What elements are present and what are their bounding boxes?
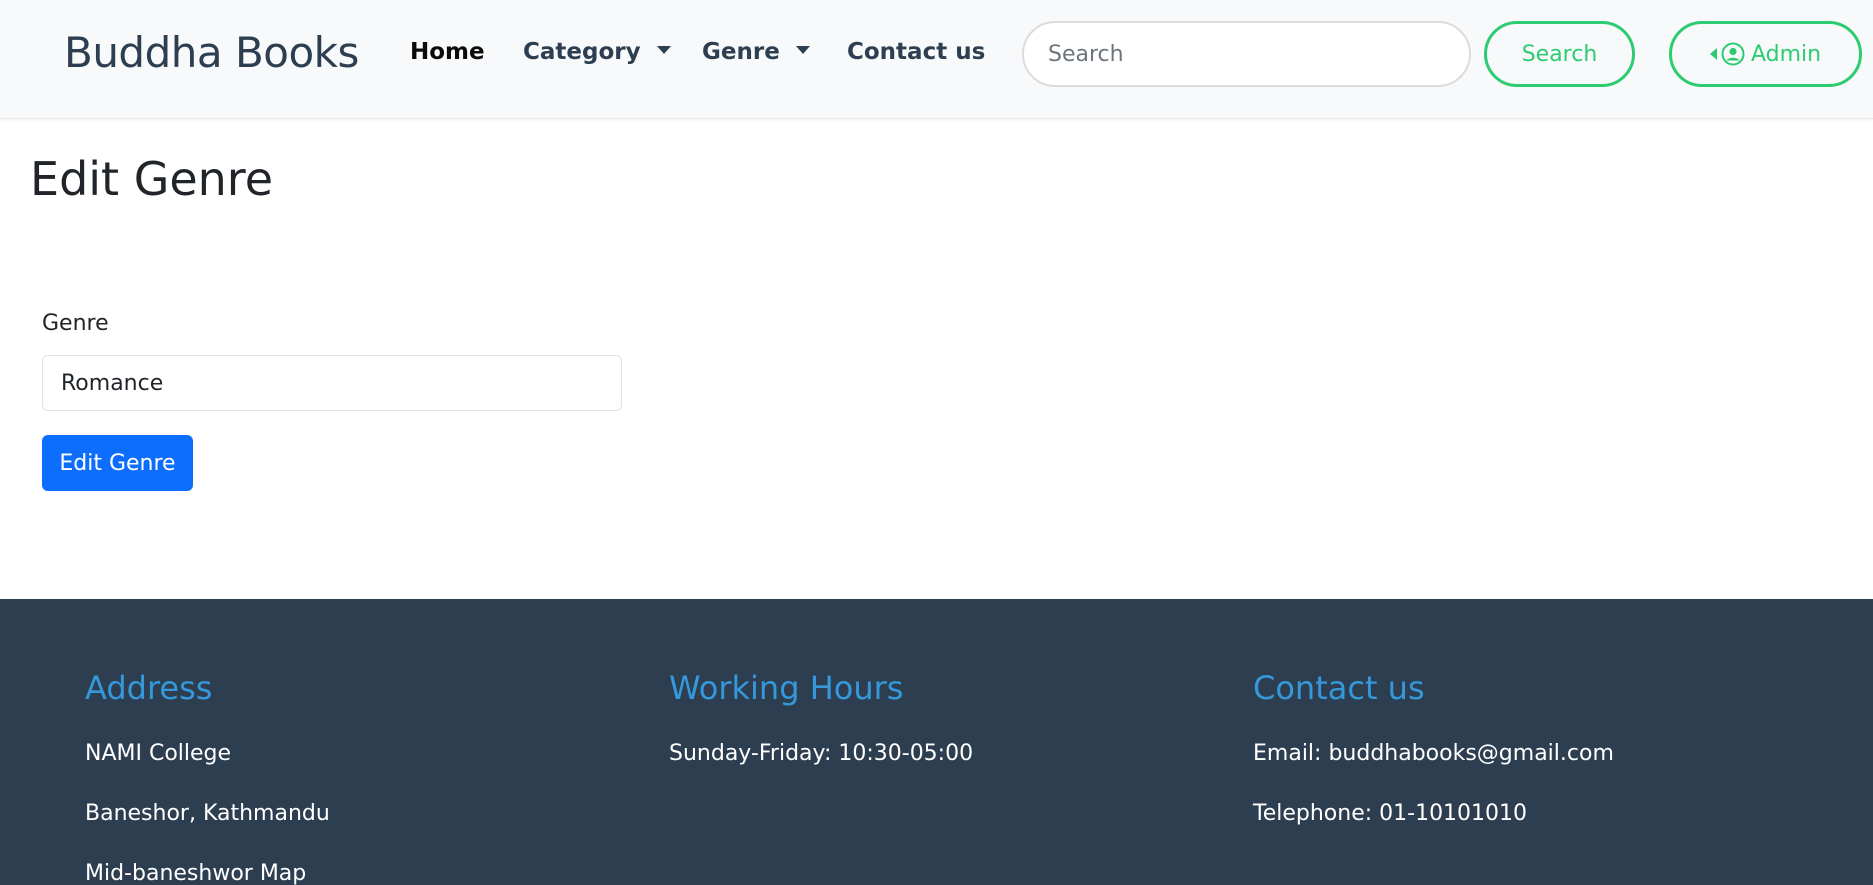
search-input[interactable]: [1022, 21, 1471, 87]
footer-hours-line: Sunday-Friday: 10:30-05:00: [669, 741, 974, 766]
nav-category-label: Category: [523, 39, 641, 65]
nav-category-dropdown[interactable]: Category: [523, 39, 671, 65]
footer-address-heading: Address: [85, 669, 213, 707]
genre-input[interactable]: [42, 355, 622, 411]
caret-down-icon: [656, 46, 671, 54]
edit-genre-submit-label: Edit Genre: [59, 450, 176, 476]
footer-contact-section: Contact us Email: buddhabooks@gmail.com …: [1253, 669, 1614, 859]
footer-hours-heading: Working Hours: [669, 669, 904, 707]
caret-left-icon: [1709, 48, 1717, 60]
genre-field-label: Genre: [42, 311, 109, 336]
footer-address-line: Baneshor, Kathmandu: [85, 801, 330, 826]
top-navbar: Buddha Books Home Category Genre Contact…: [0, 0, 1873, 119]
search-button[interactable]: Search: [1484, 21, 1635, 87]
footer-telephone: Telephone: 01-10101010: [1253, 801, 1528, 826]
page-title: Edit Genre: [30, 152, 274, 206]
admin-dropdown-button[interactable]: Admin: [1669, 21, 1862, 87]
user-circle-icon: [1721, 42, 1745, 66]
caret-down-icon: [795, 46, 810, 54]
footer-address-line: NAMI College: [85, 741, 232, 766]
search-button-label: Search: [1521, 41, 1598, 67]
admin-button-label: Admin: [1750, 41, 1822, 67]
footer-address-section: Address NAMI College Baneshor, Kathmandu…: [85, 669, 330, 885]
nav-genre-label: Genre: [702, 39, 780, 65]
footer-address-line: Mid-baneshwor Map: [85, 861, 307, 885]
footer-contact-heading: Contact us: [1253, 669, 1425, 707]
nav-genre-dropdown[interactable]: Genre: [702, 39, 810, 65]
nav-home-label: Home: [410, 39, 485, 65]
edit-genre-submit-button[interactable]: Edit Genre: [42, 435, 193, 491]
footer: Address NAMI College Baneshor, Kathmandu…: [0, 599, 1873, 885]
brand-logo[interactable]: Buddha Books: [64, 28, 359, 77]
nav-contact-us[interactable]: Contact us: [847, 39, 985, 65]
nav-contact-label: Contact us: [847, 39, 986, 65]
footer-hours-section: Working Hours Sunday-Friday: 10:30-05:00: [669, 669, 973, 799]
nav-home[interactable]: Home: [410, 39, 485, 65]
footer-email: Email: buddhabooks@gmail.com: [1253, 741, 1614, 766]
